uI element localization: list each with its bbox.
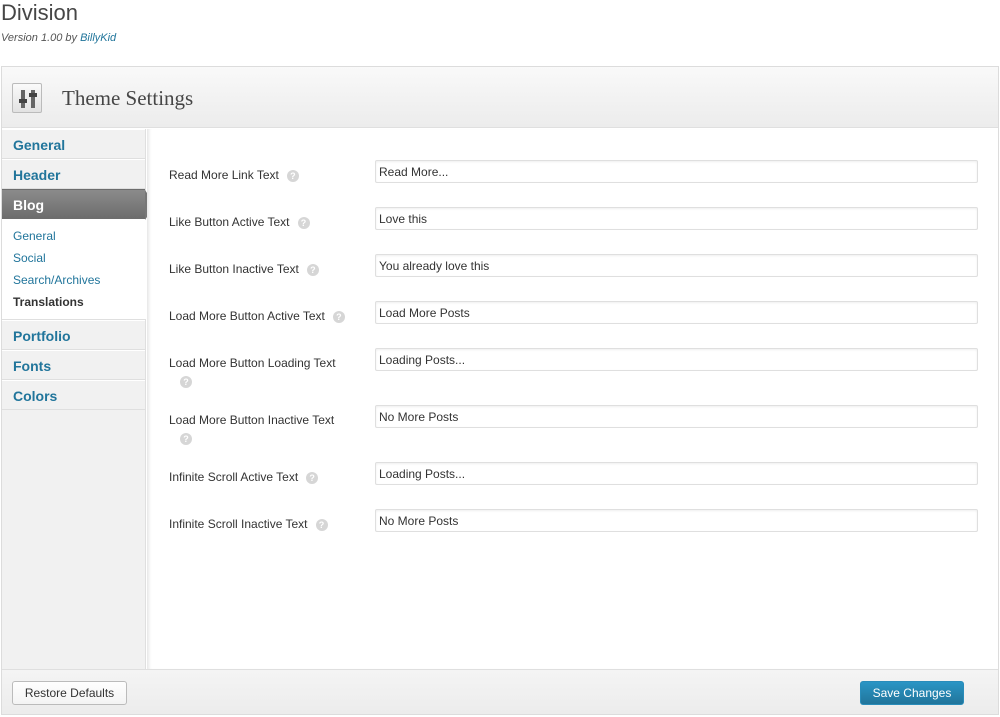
sidebar-item-label: Blog	[13, 197, 45, 213]
sub-item-social[interactable]: Social	[2, 247, 146, 269]
load-more-active-text-input[interactable]	[375, 301, 978, 324]
restore-defaults-button[interactable]: Restore Defaults	[12, 681, 127, 705]
field-label: Load More Button Loading Text?	[169, 356, 336, 388]
help-icon[interactable]: ?	[315, 518, 328, 531]
sidebar-item-fonts[interactable]: Fonts	[2, 350, 145, 380]
like-button-inactive-text-input[interactable]	[375, 254, 978, 277]
help-icon[interactable]: ?	[180, 432, 192, 445]
panel-header: Theme Settings	[2, 67, 998, 128]
version-text: Version 1.00 by	[1, 32, 78, 44]
field-label: Infinite Scroll Inactive Text?	[169, 516, 349, 533]
load-more-inactive-text-input[interactable]	[375, 405, 978, 428]
settings-content: Read More Link Text? Like Button Active …	[147, 129, 998, 669]
field-label: Infinite Scroll Active Text?	[169, 469, 349, 486]
infinite-scroll-inactive-text-input[interactable]	[375, 509, 978, 532]
sidebar-item-general[interactable]: General	[2, 129, 145, 159]
theme-settings-panel: Theme Settings General Header Blog Gener…	[1, 66, 999, 715]
field-label: Load More Button Active Text?	[169, 308, 349, 325]
sub-item-search-archives[interactable]: Search/Archives	[2, 269, 146, 291]
sidebar-item-blog[interactable]: Blog	[2, 189, 155, 220]
sidebar-item-colors[interactable]: Colors	[2, 380, 145, 410]
help-icon[interactable]: ?	[306, 263, 319, 276]
sub-item-general[interactable]: General	[2, 225, 146, 247]
theme-name: Division	[1, 0, 79, 25]
panel-footer: Restore Defaults Save Changes	[2, 669, 998, 714]
help-icon[interactable]: ?	[180, 375, 192, 388]
author-link[interactable]: BillyKid	[80, 32, 116, 44]
blog-sub-nav: General Social Search/Archives Translati…	[2, 219, 146, 320]
infinite-scroll-active-text-input[interactable]	[375, 462, 978, 485]
sidebar-item-header[interactable]: Header	[2, 159, 145, 189]
like-button-active-text-input[interactable]	[375, 207, 978, 230]
settings-sidebar: General Header Blog General Social Searc…	[2, 129, 155, 669]
field-label: Like Button Inactive Text?	[169, 261, 349, 278]
help-icon[interactable]: ?	[306, 471, 319, 484]
version-line: Version 1.00 by BillyKid	[1, 32, 116, 44]
help-icon[interactable]: ?	[286, 169, 299, 182]
save-changes-button[interactable]: Save Changes	[860, 681, 964, 705]
field-label: Like Button Active Text?	[169, 214, 349, 231]
help-icon[interactable]: ?	[332, 310, 345, 323]
load-more-loading-text-input[interactable]	[375, 348, 978, 371]
field-label: Read More Link Text?	[169, 167, 349, 184]
sliders-icon	[12, 83, 42, 113]
read-more-link-text-input[interactable]	[375, 160, 978, 183]
sub-item-translations[interactable]: Translations	[2, 291, 146, 313]
field-label: Load More Button Inactive Text?	[169, 413, 335, 445]
help-icon[interactable]: ?	[297, 216, 310, 229]
panel-title: Theme Settings	[62, 86, 194, 110]
sidebar-item-portfolio[interactable]: Portfolio	[2, 320, 145, 350]
